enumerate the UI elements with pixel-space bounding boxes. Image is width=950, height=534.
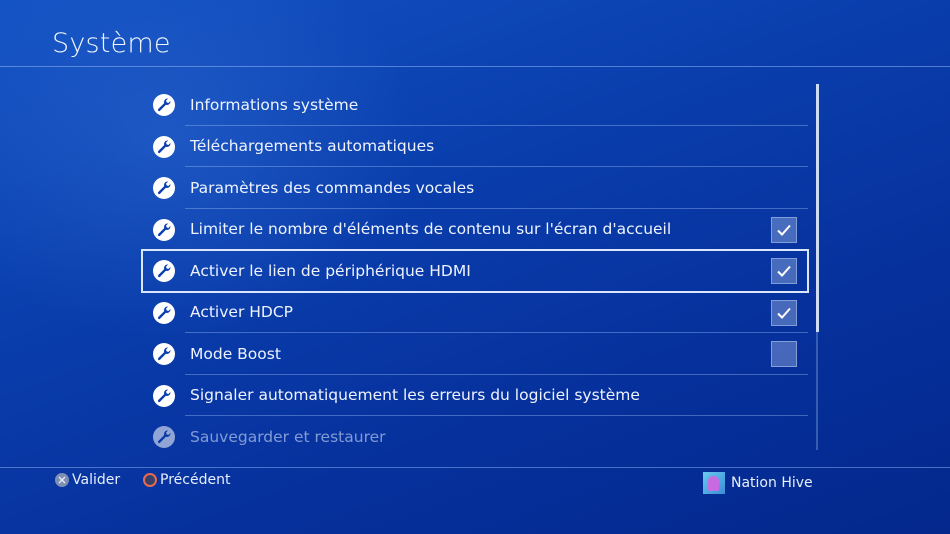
wrench-icon xyxy=(153,135,175,158)
checkmark-icon xyxy=(777,307,791,319)
user-name: Nation Hive xyxy=(731,475,813,491)
list-item-limiter-contenu[interactable]: Limiter le nombre d'éléments de contenu … xyxy=(142,209,808,250)
list-item-mode-boost[interactable]: Mode Boost xyxy=(142,333,808,375)
cross-button-icon xyxy=(55,473,69,487)
user-info: Nation Hive xyxy=(703,472,813,494)
item-label: Sauvegarder et restaurer xyxy=(190,427,386,446)
wrench-icon xyxy=(153,177,175,199)
list-item-activer-hdcp[interactable]: Activer HDCP xyxy=(142,292,808,333)
list-item-lien-hdmi[interactable]: Activer le lien de périphérique HDMI xyxy=(141,249,809,293)
wrench-icon xyxy=(153,260,175,282)
page-title: Système xyxy=(52,28,171,59)
wrench-icon xyxy=(153,384,175,407)
item-label: Limiter le nombre d'éléments de contenu … xyxy=(190,220,672,239)
wrench-icon xyxy=(153,343,175,365)
item-label: Paramètres des commandes vocales xyxy=(190,178,475,197)
wrench-icon xyxy=(153,94,175,116)
circle-button-icon xyxy=(143,473,157,487)
item-label: Mode Boost xyxy=(190,344,281,363)
item-label: Activer le lien de périphérique HDMI xyxy=(190,261,471,280)
checkbox-unchecked[interactable] xyxy=(771,341,797,367)
wrench-icon xyxy=(153,426,175,448)
list-item-telechargements-automatiques[interactable]: Téléchargements automatiques xyxy=(142,126,808,167)
item-label: Informations système xyxy=(190,95,359,114)
list-item-sauvegarder-restaurer[interactable]: Sauvegarder et restaurer xyxy=(142,416,808,458)
list-item-signaler-erreurs[interactable]: Signaler automatiquement les erreurs du … xyxy=(142,375,808,416)
confirm-hint: Valider xyxy=(55,472,120,488)
wrench-icon xyxy=(153,218,175,241)
item-label: Téléchargements automatiques xyxy=(190,137,435,156)
checkbox-checked[interactable] xyxy=(771,258,797,284)
wrench-icon xyxy=(153,301,175,324)
checkmark-icon xyxy=(777,224,791,236)
checkbox-checked[interactable] xyxy=(771,299,797,326)
title-divider xyxy=(0,66,950,67)
footer-divider xyxy=(0,467,950,468)
settings-list: Informations système Téléchargements aut… xyxy=(141,84,809,458)
item-label: Signaler automatiquement les erreurs du … xyxy=(190,386,640,405)
item-label: Activer HDCP xyxy=(190,303,294,322)
checkbox-checked[interactable] xyxy=(771,216,797,243)
scrollbar-thumb[interactable] xyxy=(816,84,819,332)
avatar xyxy=(703,472,725,494)
confirm-label: Valider xyxy=(72,472,121,488)
back-hint: Précédent xyxy=(143,472,230,488)
checkmark-icon xyxy=(777,265,791,277)
list-item-commandes-vocales[interactable]: Paramètres des commandes vocales xyxy=(142,167,808,209)
list-item-informations-systeme[interactable]: Informations système xyxy=(142,84,808,126)
back-label: Précédent xyxy=(160,472,231,488)
